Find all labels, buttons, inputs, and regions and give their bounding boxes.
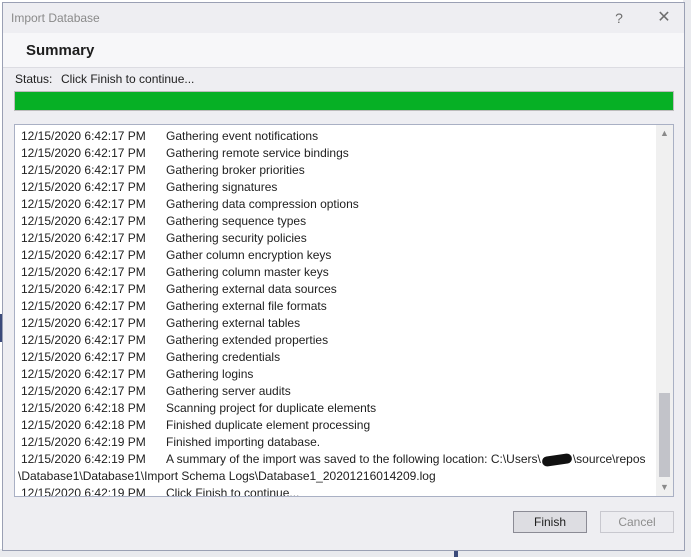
status-text: Click Finish to continue...	[61, 72, 195, 86]
log-message: Gathering event notifications	[166, 129, 319, 143]
log-timestamp: 12/15/2020 6:42:17 PM	[21, 214, 146, 228]
log-timestamp: 12/15/2020 6:42:17 PM	[21, 197, 146, 211]
log-timestamp: 12/15/2020 6:42:18 PM	[21, 418, 146, 432]
log-row-last: 12/15/2020 6:42:19 PM Click Finish to co…	[21, 485, 653, 497]
finish-button[interactable]: Finish	[513, 511, 587, 533]
log-timestamp: 12/15/2020 6:42:18 PM	[21, 401, 146, 415]
log-message: Gathering extended properties	[166, 333, 329, 347]
log-row: 12/15/2020 6:42:18 PM Finished duplicate …	[21, 417, 653, 434]
log-timestamp: 12/15/2020 6:42:17 PM	[21, 265, 146, 279]
log-row: 12/15/2020 6:42:19 PM Finished importing …	[21, 434, 653, 451]
redaction-scribble	[541, 452, 573, 467]
log-textbox[interactable]: 12/15/2020 6:42:17 PM Gathering event not…	[14, 124, 674, 497]
log-row: 12/15/2020 6:42:17 PM Gathering external …	[21, 298, 653, 315]
log-message: Gathering signatures	[166, 180, 278, 194]
scroll-down-icon[interactable]: ▼	[656, 479, 673, 496]
help-icon[interactable]: ?	[608, 7, 630, 29]
log-row: 12/15/2020 6:42:17 PM Gathering server au…	[21, 383, 653, 400]
scrollbar-thumb[interactable]	[659, 393, 670, 477]
log-timestamp: 12/15/2020 6:42:17 PM	[21, 384, 146, 398]
log-timestamp: 12/15/2020 6:42:17 PM	[21, 163, 146, 177]
log-timestamp: 12/15/2020 6:42:17 PM	[21, 129, 146, 143]
log-timestamp: 12/15/2020 6:42:17 PM	[21, 282, 146, 296]
log-row: 12/15/2020 6:42:17 PM Gathering security …	[21, 230, 653, 247]
log-row: 12/15/2020 6:42:17 PM Gathering broker pr…	[21, 162, 653, 179]
vertical-scrollbar[interactable]: ▲ ▼	[656, 125, 673, 496]
log-message-part: A summary of the import was saved to the…	[166, 452, 541, 466]
log-message: Gathering security policies	[166, 231, 307, 245]
log-timestamp: 12/15/2020 6:42:17 PM	[21, 299, 146, 313]
progress-bar	[14, 91, 674, 111]
log-message: Gathering sequence types	[166, 214, 307, 228]
log-message: Finished duplicate element processing	[166, 418, 371, 432]
log-timestamp: 12/15/2020 6:42:17 PM	[21, 180, 146, 194]
log-message: Gathering external data sources	[166, 282, 337, 296]
log-timestamp: 12/15/2020 6:42:19 PM	[21, 435, 146, 449]
log-timestamp: 12/15/2020 6:42:19 PM	[21, 486, 146, 497]
log-timestamp: 12/15/2020 6:42:17 PM	[21, 316, 146, 330]
log-row: 12/15/2020 6:42:17 PM Gathering extended …	[21, 332, 653, 349]
page-title: Summary	[26, 42, 95, 59]
scroll-up-icon[interactable]: ▲	[656, 125, 673, 142]
log-message: Gather column encryption keys	[166, 248, 332, 262]
import-database-dialog: Import Database ? ✕ Summary Status: Click…	[2, 2, 685, 551]
log-message: Gathering server audits	[166, 384, 291, 398]
log-message: A summary of the import was saved to the…	[166, 451, 646, 468]
log-timestamp: 12/15/2020 6:42:19 PM	[21, 452, 146, 466]
log-timestamp: 12/15/2020 6:42:17 PM	[21, 350, 146, 364]
log-message: Gathering logins	[166, 367, 254, 381]
log-row-summary: 12/15/2020 6:42:19 PM A summary of the i…	[18, 451, 653, 485]
log-row: 12/15/2020 6:42:17 PM Gathering remote se…	[21, 145, 653, 162]
close-icon[interactable]: ✕	[653, 7, 675, 29]
log-row: 12/15/2020 6:42:17 PM Gathering column ma…	[21, 264, 653, 281]
window-title: Import Database	[11, 11, 100, 25]
page-header: Summary	[3, 33, 684, 68]
progress-bar-fill	[15, 92, 673, 110]
cancel-button[interactable]: Cancel	[600, 511, 674, 533]
log-message: Gathering credentials	[166, 350, 281, 364]
log-lines: 12/15/2020 6:42:17 PM Gathering event not…	[18, 128, 653, 497]
log-row: 12/15/2020 6:42:17 PM Gathering credentia…	[21, 349, 653, 366]
status-label: Status:	[15, 72, 53, 86]
log-row: 12/15/2020 6:42:17 PM Gathering data comp…	[21, 196, 653, 213]
log-message-part: \source\repos	[572, 452, 646, 466]
log-row: 12/15/2020 6:42:18 PM Scanning project fo…	[21, 400, 653, 417]
log-message-continuation: \Database1\Database1\Import Schema Logs\…	[18, 469, 436, 483]
log-row: 12/15/2020 6:42:17 PM Gather column encry…	[21, 247, 653, 264]
log-message: Finished importing database.	[166, 435, 321, 449]
log-row: 12/15/2020 6:42:17 PM Gathering external …	[21, 315, 653, 332]
log-timestamp: 12/15/2020 6:42:17 PM	[21, 146, 146, 160]
log-message: Scanning project for duplicate elements	[166, 401, 377, 415]
title-bar: Import Database ? ✕	[3, 3, 684, 33]
log-message: Gathering remote service bindings	[166, 146, 349, 160]
log-message: Gathering data compression options	[166, 197, 359, 211]
status-row: Status: Click Finish to continue...	[15, 72, 194, 86]
log-row: 12/15/2020 6:42:17 PM Gathering sequence …	[21, 213, 653, 230]
log-timestamp: 12/15/2020 6:42:17 PM	[21, 333, 146, 347]
log-row: 12/15/2020 6:42:17 PM Gathering logins	[21, 366, 653, 383]
log-timestamp: 12/15/2020 6:42:17 PM	[21, 231, 146, 245]
log-message: Gathering column master keys	[166, 265, 329, 279]
log-timestamp: 12/15/2020 6:42:17 PM	[21, 367, 146, 381]
log-message: Click Finish to continue...	[166, 486, 300, 497]
log-message: Gathering broker priorities	[166, 163, 305, 177]
log-row: 12/15/2020 6:42:17 PM Gathering event not…	[21, 128, 653, 145]
log-row: 12/15/2020 6:42:17 PM Gathering external …	[21, 281, 653, 298]
log-row: 12/15/2020 6:42:17 PM Gathering signature…	[21, 179, 653, 196]
log-message: Gathering external tables	[166, 316, 301, 330]
log-timestamp: 12/15/2020 6:42:17 PM	[21, 248, 146, 262]
log-message: Gathering external file formats	[166, 299, 327, 313]
